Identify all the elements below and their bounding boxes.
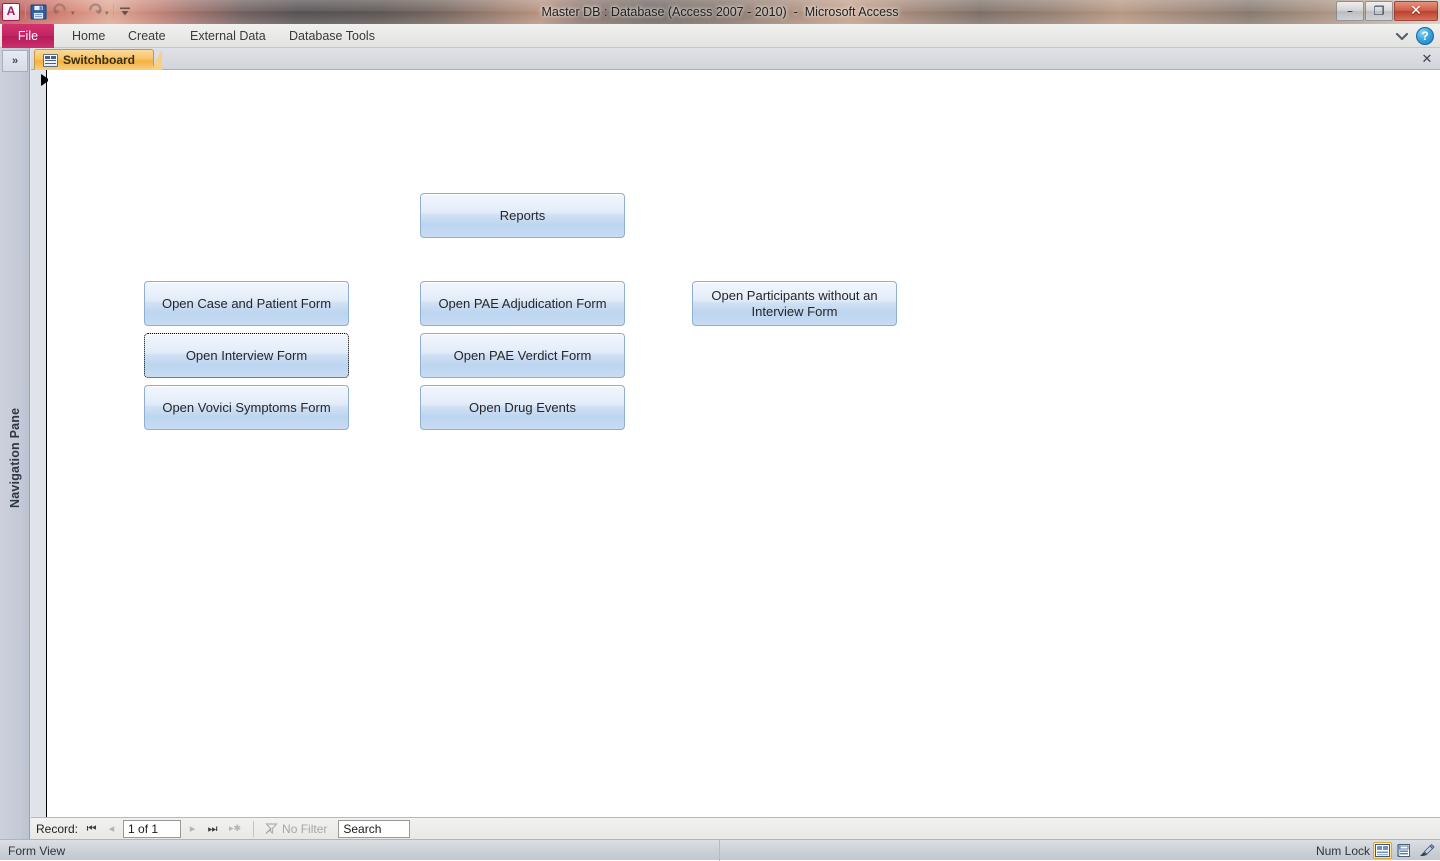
- button-open-vovici-symptoms-form[interactable]: Open Vovici Symptoms Form: [144, 385, 349, 430]
- minimize-button[interactable]: –: [1336, 1, 1364, 21]
- close-icon: ✕: [1410, 3, 1422, 19]
- minimize-ribbon-icon[interactable]: [1394, 28, 1410, 44]
- navigation-pane-label: Navigation Pane: [8, 407, 22, 509]
- button-reports[interactable]: Reports: [420, 193, 625, 238]
- status-bar: Form View Num Lock: [0, 839, 1440, 861]
- title-bar[interactable]: A ▾ ▾ Master DB : Database (Access 2007 …: [0, 0, 1440, 24]
- design-view-button[interactable]: [1417, 842, 1436, 859]
- num-lock-indicator: Num Lock: [1315, 843, 1370, 858]
- tab-switchboard-label: Switchboard: [63, 53, 136, 67]
- workspace: » Navigation Pane Switchboard ✕ Reports …: [0, 48, 1440, 839]
- window-title: Master DB : Database (Access 2007 - 2010…: [541, 5, 899, 19]
- button-open-case-and-patient-form[interactable]: Open Case and Patient Form: [144, 281, 349, 326]
- layout-view-icon: [1397, 844, 1410, 857]
- filter-toggle-button[interactable]: No Filter: [261, 820, 331, 838]
- button-open-drug-events[interactable]: Open Drug Events: [420, 385, 625, 430]
- previous-record-icon[interactable]: ◂: [103, 820, 120, 838]
- last-record-icon[interactable]: ⏭: [204, 820, 221, 838]
- ribbon-tab-bar: File Home Create External Data Database …: [0, 24, 1440, 48]
- expand-navigation-pane-icon[interactable]: »: [2, 50, 28, 72]
- search-input[interactable]: Search: [338, 819, 411, 838]
- button-open-pae-adjudication-form[interactable]: Open PAE Adjudication Form: [420, 281, 625, 326]
- window-controls: – ❐ ✕: [1336, 1, 1438, 22]
- form-icon: [43, 53, 58, 67]
- record-position-input[interactable]: 1 of 1: [123, 819, 182, 838]
- new-record-icon[interactable]: ▸✱: [224, 820, 246, 838]
- ribbon-tab-home[interactable]: Home: [66, 24, 111, 48]
- ribbon-tab-file[interactable]: File: [2, 24, 54, 48]
- form-view-button[interactable]: [1373, 842, 1392, 859]
- minimize-icon: –: [1347, 4, 1353, 18]
- ribbon-tab-create[interactable]: Create: [122, 24, 172, 48]
- form-area: Reports Open Case and Patient Form Open …: [31, 70, 1440, 817]
- design-view-icon: [1419, 844, 1435, 856]
- view-switcher: [1373, 842, 1436, 859]
- record-label: Record:: [36, 821, 79, 836]
- status-bar-divider: [719, 840, 720, 861]
- tab-switchboard[interactable]: Switchboard: [34, 49, 163, 71]
- filter-status-label: No Filter: [282, 821, 328, 836]
- help-icon[interactable]: ?: [1416, 27, 1434, 45]
- switchboard-form-canvas: Reports Open Case and Patient Form Open …: [48, 70, 1440, 817]
- record-bar-separator: [253, 820, 255, 837]
- ribbon-tab-database-tools[interactable]: Database Tools: [283, 24, 381, 48]
- close-button[interactable]: ✕: [1394, 1, 1438, 21]
- current-view-label: Form View: [8, 843, 66, 858]
- funnel-icon: [265, 823, 278, 835]
- button-open-interview-form[interactable]: Open Interview Form: [144, 333, 349, 378]
- navigation-pane[interactable]: » Navigation Pane: [0, 48, 30, 839]
- record-navigation-bar: Record: ⏮ ◂ 1 of 1 ▸ ⏭ ▸✱ No Filter Sear…: [31, 817, 1440, 839]
- document-tab-strip: Switchboard ✕: [31, 48, 1440, 71]
- first-record-icon[interactable]: ⏮: [83, 820, 100, 838]
- layout-view-button[interactable]: [1395, 842, 1414, 859]
- record-selector-bar[interactable]: [31, 70, 50, 817]
- restore-button[interactable]: ❐: [1365, 1, 1393, 21]
- ribbon-tab-external-data[interactable]: External Data: [184, 24, 272, 48]
- button-open-participants-without-an-interview-form[interactable]: Open Participants without an Interview F…: [692, 281, 897, 326]
- close-document-tab-button[interactable]: ✕: [1416, 49, 1438, 69]
- button-open-pae-verdict-form[interactable]: Open PAE Verdict Form: [420, 333, 625, 378]
- next-record-icon[interactable]: ▸: [184, 820, 201, 838]
- restore-icon: ❐: [1373, 4, 1385, 18]
- form-view-icon: [1375, 844, 1390, 857]
